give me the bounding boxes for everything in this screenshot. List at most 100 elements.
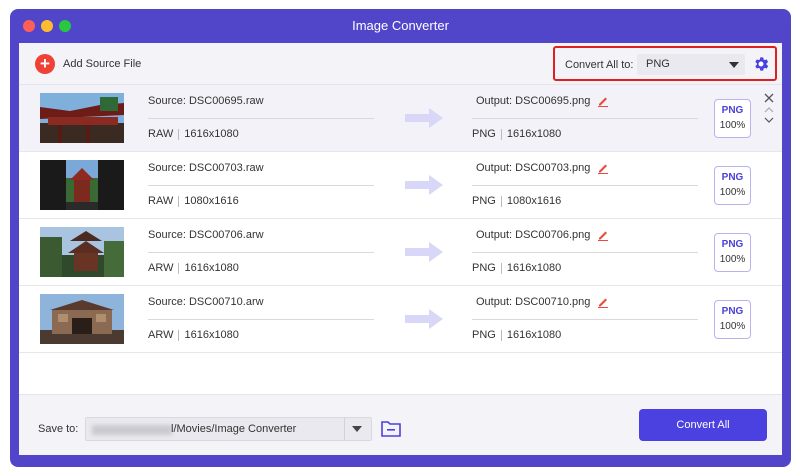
- source-dimensions: 1616x1080: [184, 128, 239, 140]
- output-file-name: Output: DSC00710.png: [476, 296, 609, 308]
- divider: [148, 118, 374, 119]
- source-format: RAW: [148, 128, 174, 140]
- badge-quality: 100%: [719, 120, 746, 131]
- save-path-select[interactable]: l/Movies/Image Converter: [85, 417, 372, 441]
- file-list: Source: DSC00695.raw RAW 1616x1080 Outpu…: [19, 85, 782, 353]
- output-dimensions: 1080x1616: [506, 195, 562, 207]
- caret-down-icon[interactable]: [352, 426, 362, 432]
- chevron-down-icon[interactable]: [764, 116, 774, 124]
- separator: [178, 329, 180, 341]
- separator: [178, 195, 180, 207]
- format-select-value: PNG: [646, 58, 670, 70]
- file-row[interactable]: Source: DSC00706.arw ARW 1616x1080 Outpu…: [19, 219, 782, 286]
- file-thumbnail: [40, 93, 124, 143]
- source-file-name: Source: DSC00703.raw: [148, 162, 264, 174]
- output-format-settings-button[interactable]: PNG 100%: [714, 233, 751, 272]
- edit-icon[interactable]: [597, 162, 609, 174]
- output-format: PNG: [472, 329, 496, 341]
- output-file-name-text: Output: DSC00706.png: [476, 229, 591, 241]
- edit-icon[interactable]: [597, 229, 609, 241]
- source-dimensions: 1080x1616: [184, 195, 239, 207]
- footer-bar: Save to: l/Movies/Image Converter Conver…: [19, 394, 782, 455]
- convert-all-button[interactable]: Convert All: [639, 409, 767, 441]
- output-file-name-text: Output: DSC00695.png: [476, 95, 591, 107]
- separator: [500, 128, 502, 140]
- output-file-name-text: Output: DSC00710.png: [476, 296, 591, 308]
- divider: [148, 319, 374, 320]
- add-source-file-label: Add Source File: [63, 58, 142, 70]
- redacted-path-segment: [92, 425, 172, 435]
- chevron-up-icon[interactable]: [764, 106, 774, 114]
- add-source-file-button[interactable]: + Add Source File: [35, 53, 141, 75]
- source-file-meta: RAW 1080x1616: [148, 195, 239, 207]
- badge-quality: 100%: [719, 321, 746, 332]
- close-icon[interactable]: [764, 93, 774, 103]
- separator: [500, 262, 502, 274]
- source-format: RAW: [148, 195, 174, 207]
- badge-format: PNG: [721, 306, 744, 317]
- save-path-text: l/Movies/Image Converter: [171, 423, 297, 435]
- plus-icon: +: [35, 54, 55, 74]
- separator: [500, 329, 502, 341]
- separator: [178, 262, 180, 274]
- divider: [344, 418, 345, 440]
- save-to-label: Save to:: [38, 423, 79, 435]
- divider: [472, 319, 698, 320]
- file-row[interactable]: Source: DSC00703.raw RAW 1080x1616 Outpu…: [19, 152, 782, 219]
- output-file-name: Output: DSC00703.png: [476, 162, 609, 174]
- separator: [178, 128, 180, 140]
- source-file-meta: ARW 1616x1080: [148, 329, 239, 341]
- folder-icon[interactable]: [381, 419, 401, 437]
- output-file-meta: PNG 1616x1080: [472, 329, 561, 341]
- source-file-name: Source: DSC00710.arw: [148, 296, 264, 308]
- edit-icon[interactable]: [597, 296, 609, 308]
- file-row[interactable]: Source: DSC00695.raw RAW 1616x1080 Outpu…: [19, 85, 782, 152]
- source-file-name: Source: DSC00706.arw: [148, 229, 264, 241]
- caret-down-icon: [729, 62, 739, 68]
- output-dimensions: 1616x1080: [506, 128, 562, 140]
- output-format-settings-button[interactable]: PNG 100%: [714, 99, 751, 138]
- badge-format: PNG: [721, 172, 744, 183]
- main-content: + Add Source File Convert All to: PNG So…: [19, 43, 782, 455]
- file-thumbnail: [40, 227, 124, 277]
- badge-format: PNG: [721, 239, 744, 250]
- edit-icon[interactable]: [597, 95, 609, 107]
- source-file-meta: RAW 1616x1080: [148, 128, 239, 140]
- output-file-meta: PNG 1080x1616: [472, 195, 561, 207]
- title-bar: Image Converter: [10, 9, 791, 43]
- source-format: ARW: [148, 262, 174, 274]
- file-thumbnail: [40, 294, 124, 344]
- output-format-settings-button[interactable]: PNG 100%: [714, 300, 751, 339]
- output-file-name: Output: DSC00706.png: [476, 229, 609, 241]
- source-file-name: Source: DSC00695.raw: [148, 95, 264, 107]
- toolbar: + Add Source File Convert All to: PNG: [19, 43, 782, 85]
- badge-format: PNG: [721, 105, 744, 116]
- output-file-meta: PNG 1616x1080: [472, 128, 561, 140]
- arrow-right-icon: [405, 108, 443, 128]
- output-format: PNG: [472, 128, 496, 140]
- divider: [148, 185, 374, 186]
- app-window: Image Converter + Add Source File Conver…: [10, 9, 791, 467]
- divider: [472, 118, 698, 119]
- window-title: Image Converter: [352, 18, 449, 33]
- output-dimensions: 1616x1080: [506, 262, 562, 274]
- divider: [472, 185, 698, 186]
- convert-all-format-select[interactable]: PNG: [637, 54, 745, 75]
- output-format-settings-button[interactable]: PNG 100%: [714, 166, 751, 205]
- output-dimensions: 1616x1080: [506, 329, 562, 341]
- file-thumbnail: [40, 160, 124, 210]
- arrow-right-icon: [405, 175, 443, 195]
- gear-icon[interactable]: [752, 55, 770, 73]
- source-dimensions: 1616x1080: [184, 329, 239, 341]
- output-format: PNG: [472, 195, 496, 207]
- file-row[interactable]: Source: DSC00710.arw ARW 1616x1080 Outpu…: [19, 286, 782, 353]
- output-file-name-text: Output: DSC00703.png: [476, 162, 591, 174]
- source-dimensions: 1616x1080: [184, 262, 239, 274]
- badge-quality: 100%: [719, 254, 746, 265]
- arrow-right-icon: [405, 242, 443, 262]
- convert-all-to-group: Convert All to: PNG: [553, 46, 777, 81]
- output-file-meta: PNG 1616x1080: [472, 262, 561, 274]
- badge-quality: 100%: [719, 187, 746, 198]
- divider: [472, 252, 698, 253]
- convert-all-to-label: Convert All to:: [565, 59, 634, 71]
